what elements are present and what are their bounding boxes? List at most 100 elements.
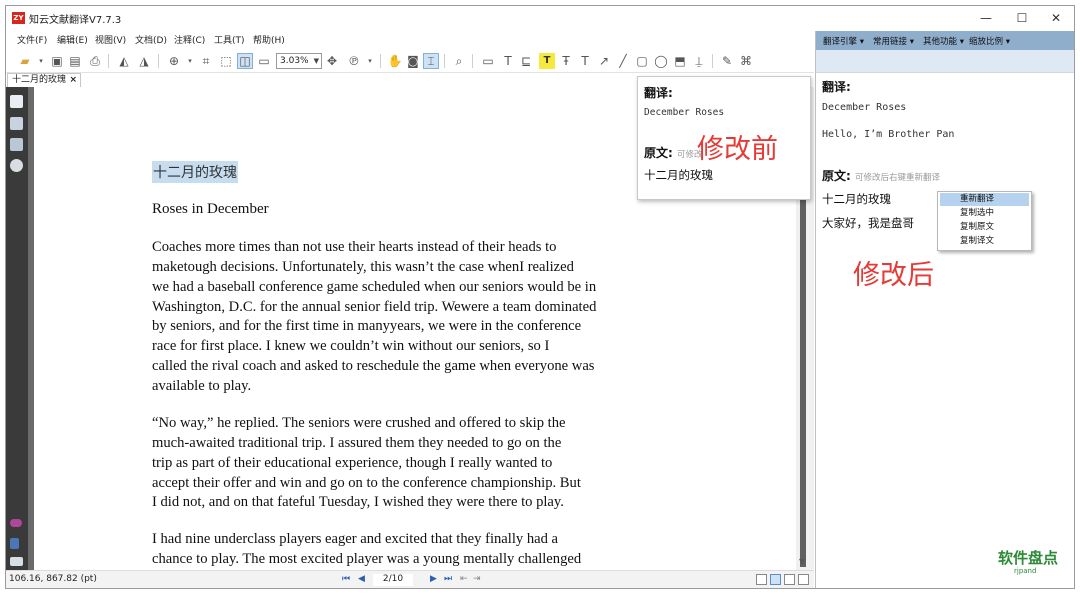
- link-chain-icon[interactable]: [10, 519, 22, 527]
- popup-source-label-text: 原文:: [644, 146, 673, 160]
- close-button[interactable]: ✕: [1038, 6, 1074, 30]
- area-icon[interactable]: ⬒: [672, 53, 688, 69]
- translation-engine-menu[interactable]: 翻译引擎 ▾: [823, 35, 864, 47]
- strikeout-icon[interactable]: Ŧ: [558, 53, 574, 69]
- pan-icon[interactable]: ✥: [324, 53, 340, 69]
- popup-source-text[interactable]: 十二月的玫瑰: [644, 167, 713, 183]
- save-icon[interactable]: ▣: [49, 53, 65, 69]
- continuous-view-icon[interactable]: [770, 574, 781, 585]
- text-line: called the rival coach and asked to resc…: [152, 358, 595, 375]
- other-functions-menu[interactable]: 其他功能 ▾: [923, 35, 964, 47]
- toolbar-divider: [444, 54, 445, 68]
- menu-help[interactable]: 帮助(H): [253, 33, 285, 46]
- scroll-down-icon[interactable]: ▼: [799, 557, 805, 566]
- maximize-button[interactable]: ☐: [1004, 6, 1040, 30]
- document-heading[interactable]: Roses in December: [152, 201, 269, 218]
- hand-icon[interactable]: ✋: [387, 53, 403, 69]
- page-number[interactable]: 2/10: [373, 574, 413, 586]
- play-dropdown-icon[interactable]: ▾: [362, 53, 378, 69]
- zoom-in-icon[interactable]: ⊕: [166, 53, 182, 69]
- rectangle-icon[interactable]: ▢: [634, 53, 650, 69]
- bookmarks-icon[interactable]: [10, 117, 23, 130]
- fit-page-icon[interactable]: ⬚: [218, 53, 234, 69]
- menu-tools[interactable]: 工具(T): [214, 33, 245, 46]
- paragraph-2[interactable]: “No way,” he replied. The seniors were c…: [152, 414, 680, 513]
- two-page-view-icon[interactable]: [784, 574, 795, 585]
- arrow-icon[interactable]: ↗: [596, 53, 612, 69]
- text-line: accept their offer and win and go on to …: [152, 474, 581, 491]
- stamp-icon[interactable]: ⍊: [691, 53, 707, 69]
- menu-edit[interactable]: 编辑(E): [57, 33, 88, 46]
- menu-view[interactable]: 视图(V): [95, 33, 126, 46]
- toolbar-divider: [472, 54, 473, 68]
- paragraph-3[interactable]: I had nine underclass players eager and …: [152, 530, 680, 570]
- source-line[interactable]: 十二月的玫瑰: [822, 191, 891, 207]
- highlight-icon[interactable]: T: [539, 53, 555, 69]
- first-page-icon[interactable]: ⏮: [342, 574, 350, 584]
- source-label: 原文: 可修改后右键重新翻译: [822, 167, 940, 184]
- common-links-menu[interactable]: 常用链接 ▾: [873, 35, 914, 47]
- text-line: “No way,” he replied. The seniors were c…: [152, 415, 566, 431]
- prev-page-icon[interactable]: ◀: [358, 574, 365, 584]
- select-text-icon[interactable]: ⌶: [423, 53, 439, 69]
- text-line: race for first place. I knew we couldn’t…: [152, 338, 550, 355]
- snapshot-icon[interactable]: ◙: [405, 53, 421, 69]
- print-icon[interactable]: ⎙: [87, 53, 103, 69]
- minimize-button[interactable]: —: [968, 6, 1004, 30]
- pages-icon[interactable]: [10, 95, 23, 108]
- play-icon[interactable]: ℗: [346, 53, 362, 69]
- callout-icon[interactable]: ⊑: [518, 53, 534, 69]
- two-page-continuous-icon[interactable]: [798, 574, 809, 585]
- source-line[interactable]: 大家好，我是盘哥: [822, 215, 914, 231]
- menu-copy-source[interactable]: 复制原文: [940, 221, 1029, 234]
- paragraph-1[interactable]: Coaches more times than not use their he…: [152, 238, 680, 397]
- fit-visible-icon[interactable]: ◫: [237, 53, 253, 69]
- menu-copy-selected[interactable]: 复制选中: [940, 207, 1029, 220]
- open-dropdown-icon[interactable]: ▾: [33, 53, 49, 69]
- text-box-icon[interactable]: T: [500, 53, 516, 69]
- selected-title-text[interactable]: 十二月的玫瑰: [152, 161, 238, 183]
- popup-translation-text[interactable]: December Roses: [644, 107, 724, 118]
- text-line: Washington, D.C. for the annual senior f…: [152, 298, 597, 315]
- underline-icon[interactable]: T: [577, 53, 593, 69]
- menu-comment[interactable]: 注释(C): [174, 33, 205, 46]
- text-line: maketough decisions. Unfortunately, this…: [152, 258, 574, 275]
- zoom-ratio-menu[interactable]: 缩放比例 ▾: [969, 35, 1010, 47]
- note-icon[interactable]: ▭: [480, 53, 496, 69]
- save-as-icon[interactable]: ▤: [67, 53, 83, 69]
- forward-icon[interactable]: ⇥: [473, 574, 481, 584]
- line-icon[interactable]: ╱: [615, 53, 631, 69]
- attachment-icon[interactable]: [10, 538, 19, 549]
- translation-line[interactable]: December Roses: [822, 102, 906, 113]
- translation-panel: 翻译引擎 ▾ 常用链接 ▾ 其他功能 ▾ 缩放比例 ▾ 翻译: December…: [815, 31, 1074, 588]
- popup-translation-label: 翻译:: [644, 86, 673, 100]
- open-folder-icon[interactable]: ▰: [17, 53, 33, 69]
- edit-icon[interactable]: ✎: [719, 53, 735, 69]
- rotate-right-icon[interactable]: ◮: [136, 53, 152, 69]
- crop-icon[interactable]: ⌗: [198, 53, 214, 69]
- source-label-text: 原文:: [822, 169, 851, 183]
- back-icon[interactable]: ⇤: [460, 574, 468, 584]
- thumbnails-icon[interactable]: [10, 138, 23, 151]
- rotate-left-icon[interactable]: ◭: [116, 53, 132, 69]
- find-icon[interactable]: ⌕: [451, 53, 467, 69]
- tab-document[interactable]: 十二月的玫瑰 ×: [7, 73, 81, 87]
- search-icon[interactable]: [10, 159, 23, 172]
- toolbar-divider: [380, 54, 381, 68]
- translation-line[interactable]: Hello, I’m Brother Pan: [822, 129, 954, 140]
- ellipse-icon[interactable]: ◯: [653, 53, 669, 69]
- form-icon[interactable]: ⌘: [738, 53, 754, 69]
- comment-icon[interactable]: [10, 557, 23, 566]
- menu-document[interactable]: 文档(D): [135, 33, 167, 46]
- menu-copy-translation[interactable]: 复制译文: [940, 235, 1029, 248]
- popup-source-label: 原文: 可修改: [644, 144, 703, 161]
- next-page-icon[interactable]: ▶: [430, 574, 437, 584]
- close-tab-icon[interactable]: ×: [69, 74, 77, 86]
- zoom-dropdown-icon[interactable]: ▾: [182, 53, 198, 69]
- menu-retranslate[interactable]: 重新翻译: [940, 193, 1029, 206]
- menu-file[interactable]: 文件(F): [17, 33, 47, 46]
- zoom-select[interactable]: 3.03% ▼: [276, 53, 322, 69]
- single-page-view-icon[interactable]: [756, 574, 767, 585]
- fit-width-icon[interactable]: ▭: [256, 53, 272, 69]
- last-page-icon[interactable]: ⏭: [444, 574, 452, 584]
